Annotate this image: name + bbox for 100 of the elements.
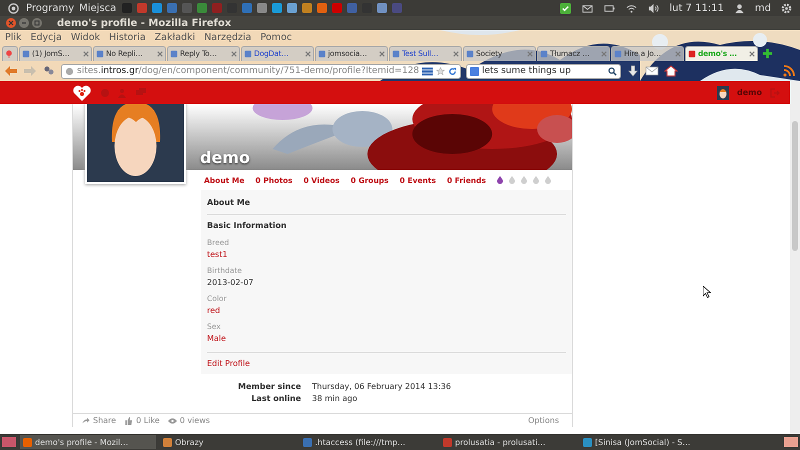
check-icon[interactable]	[560, 2, 572, 14]
google-icon[interactable]	[470, 66, 479, 76]
share-icon[interactable]	[81, 416, 90, 424]
panel-menu[interactable]: Miejsca	[79, 2, 116, 14]
user-icon[interactable]	[734, 2, 745, 14]
window-title: demo's profile - Mozilla Firefox	[57, 18, 232, 28]
close-icon[interactable]	[231, 50, 237, 56]
close-icon[interactable]	[379, 50, 385, 56]
menu-item[interactable]: Zakładki	[154, 32, 196, 43]
field-value[interactable]: Male	[207, 334, 226, 343]
panel-menu[interactable]: Programy	[26, 2, 74, 14]
workspace-switcher-icon[interactable]	[784, 437, 798, 447]
like-count[interactable]: 0 Like	[136, 416, 160, 425]
address-field[interactable]: sites.intros.gr/dog/en/component/community/751-demo/profile?Itemid=128	[61, 64, 461, 78]
field-value[interactable]: red	[207, 306, 220, 315]
menu-item[interactable]: Edycja	[30, 32, 62, 43]
field-value: 2013-02-07	[207, 278, 254, 287]
menu-item[interactable]: Narzędzia	[204, 32, 252, 43]
app-icon[interactable]	[196, 2, 208, 14]
scrollbar[interactable]	[790, 81, 800, 434]
edit-profile-link[interactable]: Edit Profile	[207, 359, 250, 368]
close-icon[interactable]	[601, 50, 607, 56]
app-icon[interactable]	[136, 2, 148, 14]
home-icon[interactable]	[664, 65, 678, 77]
close-icon[interactable]	[6, 18, 16, 28]
taskbar-item[interactable]: [Sinisa (JomSocial) - S…	[580, 435, 716, 449]
reload-icon[interactable]	[448, 66, 457, 76]
heart-paw-logo-icon[interactable]	[72, 84, 92, 102]
page-icon	[688, 50, 696, 58]
app-icon[interactable]	[376, 2, 388, 14]
taskbar-item[interactable]: prolusatia - prolusati…	[440, 435, 576, 449]
app-icon[interactable]	[346, 2, 358, 14]
globe-icon	[65, 66, 74, 76]
user-name[interactable]: md	[754, 2, 771, 14]
taskbar-item[interactable]: .htaccess (file:///tmp…	[300, 435, 436, 449]
flag-icon[interactable]	[422, 66, 433, 76]
meta-value: Thursday, 06 February 2014 13:36	[312, 382, 452, 391]
close-icon[interactable]	[453, 50, 459, 56]
battery-icon[interactable]	[604, 2, 616, 14]
scroll-thumb[interactable]	[792, 121, 798, 251]
taskbar-item[interactable]: demo's profile - Mozil…	[20, 435, 156, 449]
app-icon[interactable]	[256, 2, 268, 14]
puzzle-icon[interactable]	[42, 65, 56, 77]
clock[interactable]: lut 7 11:11	[669, 2, 724, 14]
page-icon	[244, 50, 252, 58]
app-icon[interactable]	[241, 2, 254, 14]
share-link[interactable]: Share	[93, 416, 116, 425]
page-icon	[392, 50, 400, 58]
app-icon[interactable]	[331, 2, 344, 14]
search-icon[interactable]	[608, 66, 617, 76]
field-value[interactable]: test1	[207, 250, 228, 259]
search-field[interactable]: lets sume things up	[466, 64, 621, 78]
download-arrow-icon[interactable]	[626, 65, 640, 77]
app-icon[interactable]	[286, 2, 298, 14]
section-title: About Me	[207, 198, 250, 207]
app-icon[interactable]	[166, 2, 178, 14]
back-arrow-icon[interactable]	[4, 65, 18, 77]
thumbs-up-icon[interactable]	[124, 416, 134, 424]
pinned-tab[interactable]	[2, 46, 18, 60]
add-icon[interactable]	[762, 48, 773, 58]
menu-item[interactable]: Historia	[109, 32, 146, 43]
ubuntu-logo-icon[interactable]	[8, 2, 19, 14]
page-icon	[466, 50, 474, 58]
page-icon	[96, 50, 104, 58]
taskbar-item[interactable]: Obrazy	[160, 435, 296, 449]
window-icon	[163, 438, 172, 446]
rss-icon[interactable]	[782, 65, 796, 77]
page-icon	[614, 50, 622, 58]
close-icon[interactable]	[305, 50, 311, 56]
gear-icon[interactable]	[781, 2, 792, 14]
close-icon[interactable]	[749, 50, 755, 56]
app-icon[interactable]	[271, 2, 284, 14]
minimize-icon[interactable]	[19, 18, 29, 28]
avatar-icon[interactable]	[717, 86, 730, 100]
options-link[interactable]: Options	[528, 416, 559, 425]
mouse-pointer-icon	[703, 286, 711, 298]
menu-item[interactable]: Widok	[70, 32, 100, 43]
menu-item[interactable]: Plik	[5, 32, 22, 43]
star-icon[interactable]	[436, 66, 445, 76]
menu-item[interactable]: Pomoc	[260, 32, 292, 43]
close-icon[interactable]	[675, 50, 681, 56]
page-icon	[22, 50, 30, 58]
mail-icon[interactable]	[582, 2, 594, 14]
app-icon[interactable]	[316, 2, 328, 14]
profile-name: demo	[200, 148, 250, 167]
balloon-icon	[5, 50, 13, 58]
eye-icon	[168, 416, 177, 424]
close-icon[interactable]	[83, 50, 89, 56]
window-icon	[583, 438, 592, 446]
window-icon	[303, 438, 312, 446]
page-icon	[170, 50, 178, 58]
page-icon	[540, 50, 548, 58]
close-icon[interactable]	[157, 50, 163, 56]
mail-icon[interactable]	[645, 65, 659, 77]
maximize-icon[interactable]	[32, 18, 42, 28]
wifi-icon[interactable]	[626, 2, 638, 14]
app-icon[interactable]	[151, 2, 164, 14]
close-icon[interactable]	[527, 50, 533, 56]
app-icon[interactable]	[301, 2, 314, 14]
volume-icon[interactable]	[648, 2, 660, 14]
